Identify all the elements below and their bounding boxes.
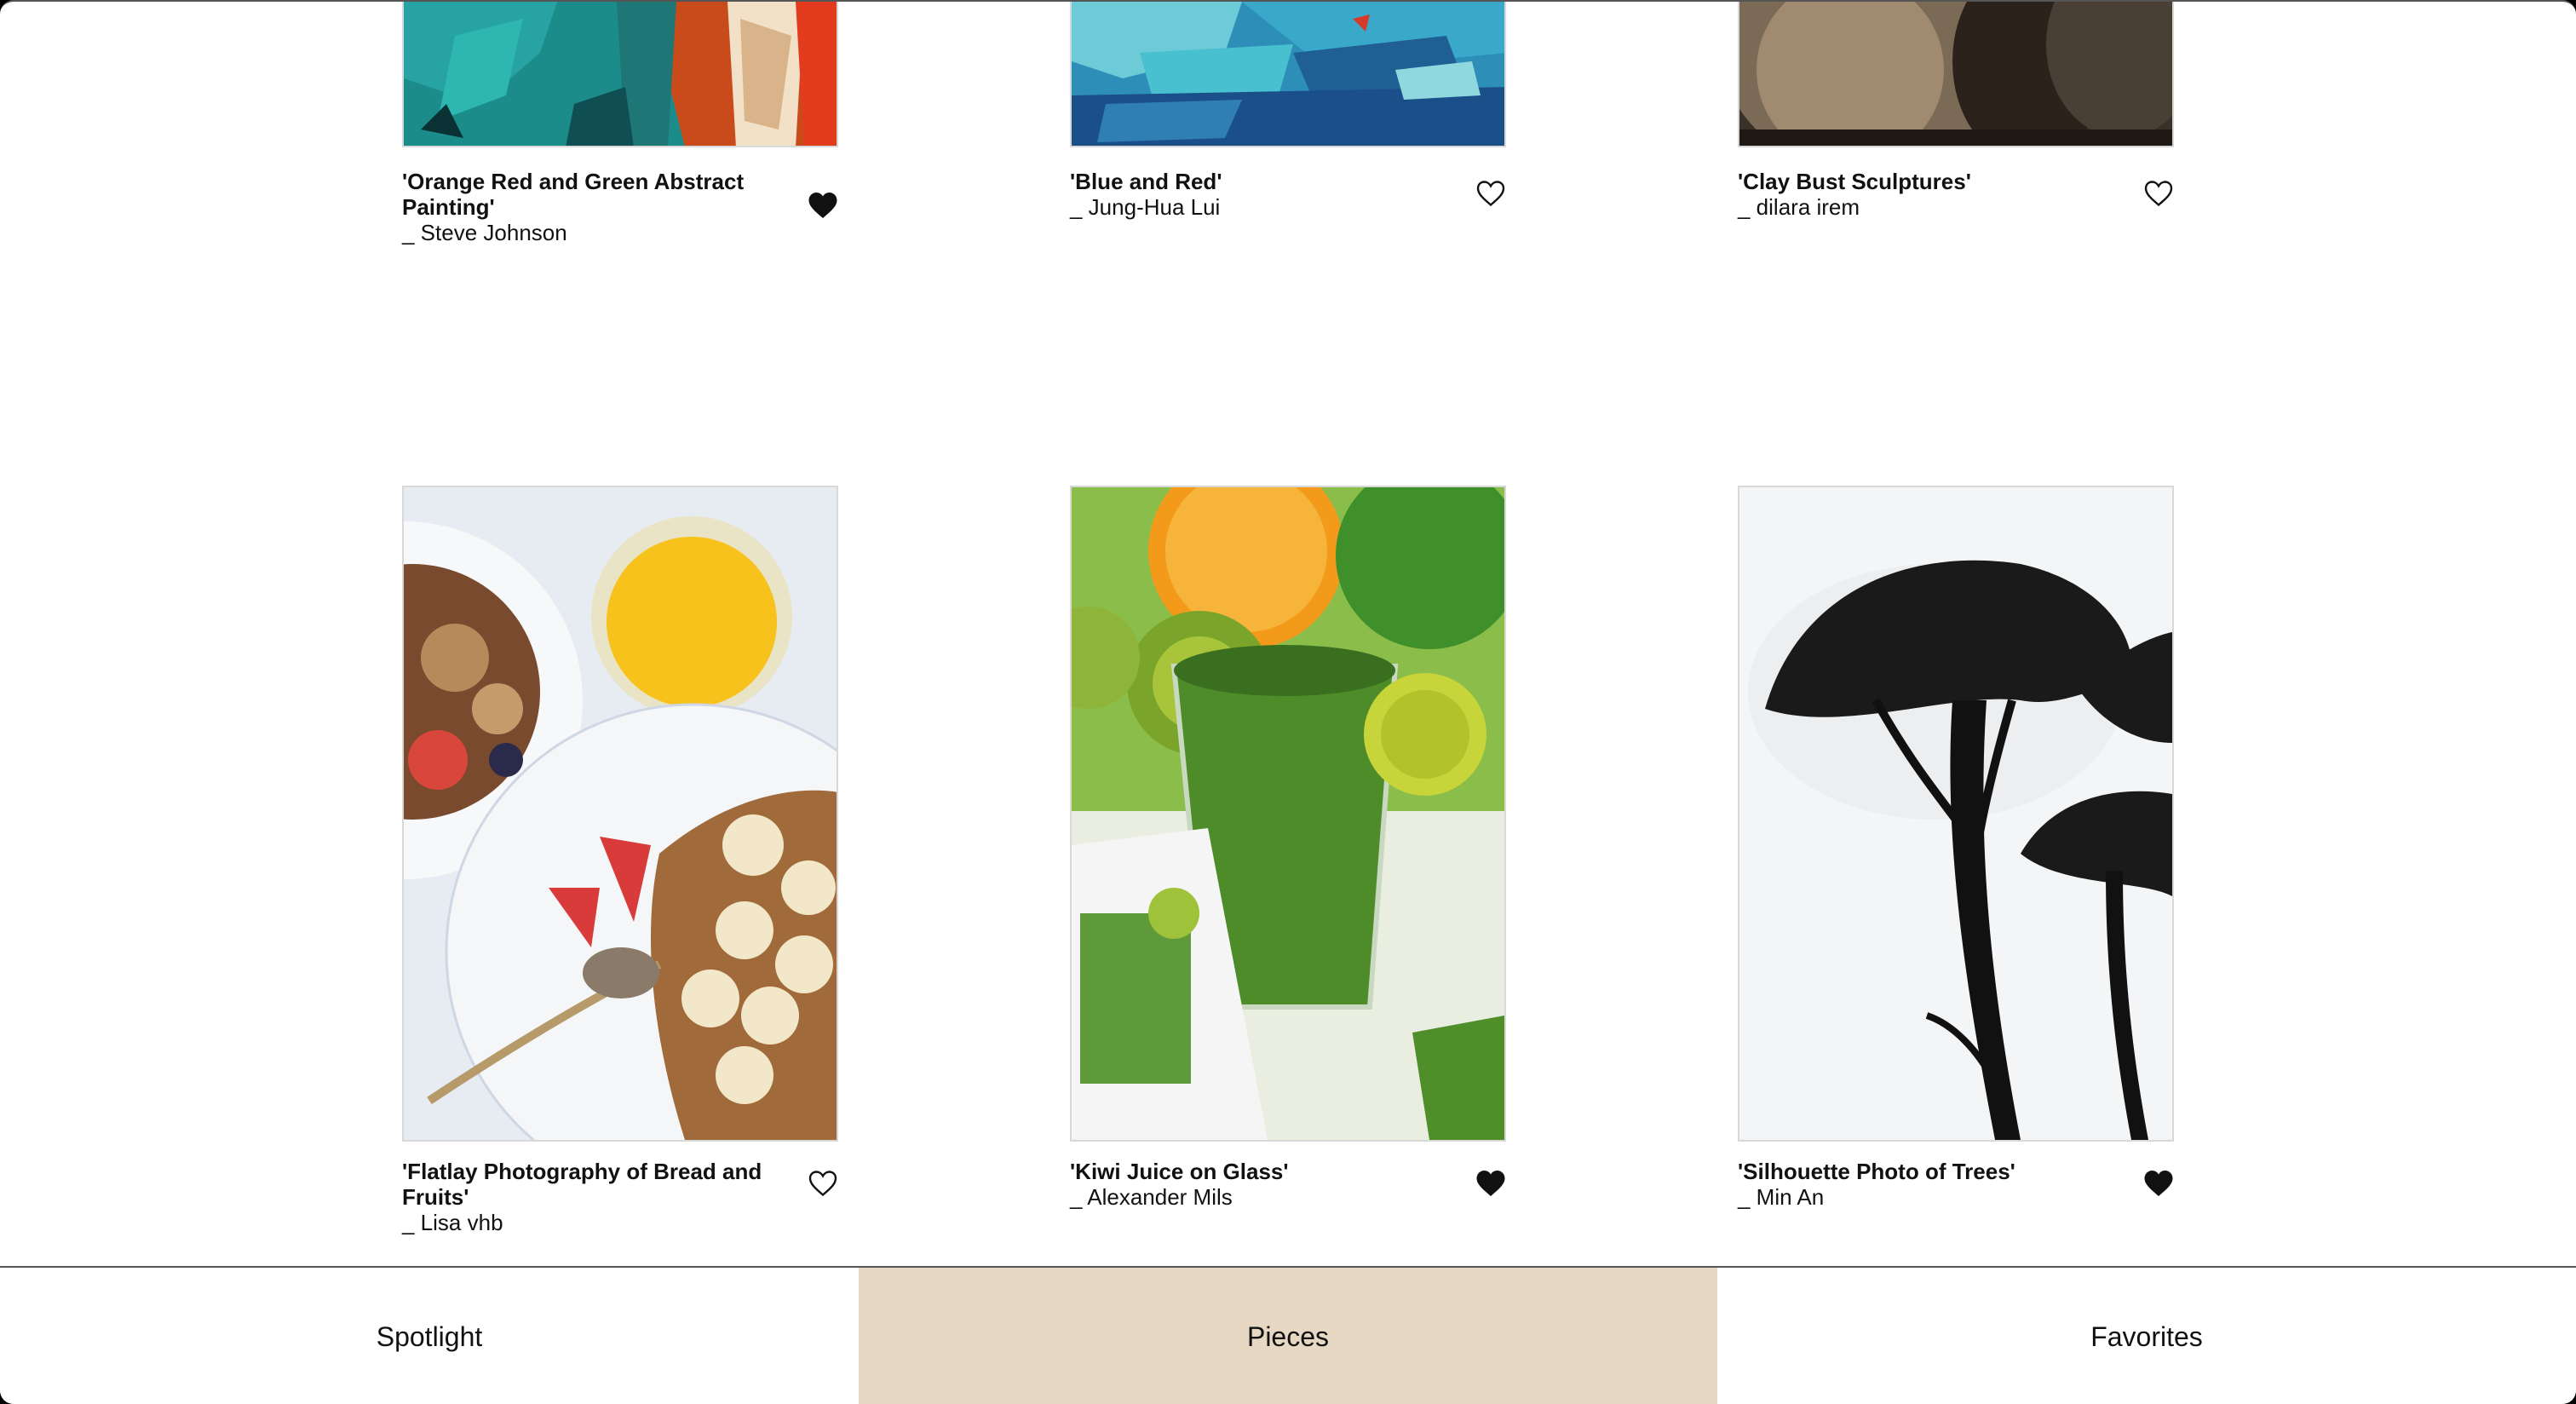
artwork-title: 'Clay Bust Sculptures' [1738, 169, 1971, 194]
artwork-artist: _ Min An [1738, 1184, 1825, 1210]
artwork-image-flatlay-bread-fruits[interactable] [402, 486, 838, 1142]
artwork-title: 'Flatlay Photography of Bread and Fruits… [402, 1159, 762, 1210]
artwork-image-silhouette-trees[interactable] [1738, 486, 2174, 1142]
tab-label: Spotlight [376, 1321, 483, 1352]
tab-spotlight[interactable]: Spotlight [0, 1268, 859, 1404]
tab-favorites[interactable]: Favorites [1717, 1268, 2576, 1404]
favorite-heart-outline-icon[interactable] [1475, 179, 1506, 208]
artwork-image-blue-and-red[interactable] [1070, 2, 1506, 147]
artwork-artist: _ dilara irem [1738, 194, 1860, 220]
artwork-title: 'Orange Red and Green Abstract Painting' [402, 169, 745, 220]
app-window: 'Orange Red and Green Abstract Painting'… [0, 0, 2576, 1404]
artwork-artist: _ Lisa vhb [402, 1210, 503, 1235]
artwork-artist: _ Alexander Mils [1070, 1184, 1233, 1210]
favorite-heart-filled-icon[interactable] [2143, 1169, 2174, 1198]
artwork-image-clay-bust[interactable] [1738, 2, 2174, 147]
tab-label: Pieces [1246, 1321, 1330, 1352]
artwork-title: 'Kiwi Juice on Glass' [1070, 1159, 1289, 1184]
artwork-image-kiwi-juice[interactable] [1070, 486, 1506, 1142]
favorite-heart-filled-icon[interactable] [1475, 1169, 1506, 1198]
bottom-tab-bar: Spotlight Pieces Favorites [0, 1266, 2576, 1404]
artwork-image-orange-red-green-abstract[interactable] [402, 2, 838, 147]
favorite-heart-filled-icon[interactable] [808, 191, 838, 220]
tab-label: Favorites [2090, 1321, 2203, 1352]
artwork-artist: _ Steve Johnson [402, 220, 567, 245]
artwork-title: 'Silhouette Photo of Trees' [1738, 1159, 2015, 1184]
favorite-heart-outline-icon[interactable] [2143, 179, 2174, 208]
favorite-heart-outline-icon[interactable] [808, 1169, 838, 1198]
tab-pieces[interactable]: Pieces [859, 1268, 1717, 1404]
artwork-title: 'Blue and Red' [1070, 169, 1222, 194]
artwork-artist: _ Jung-Hua Lui [1070, 194, 1221, 220]
